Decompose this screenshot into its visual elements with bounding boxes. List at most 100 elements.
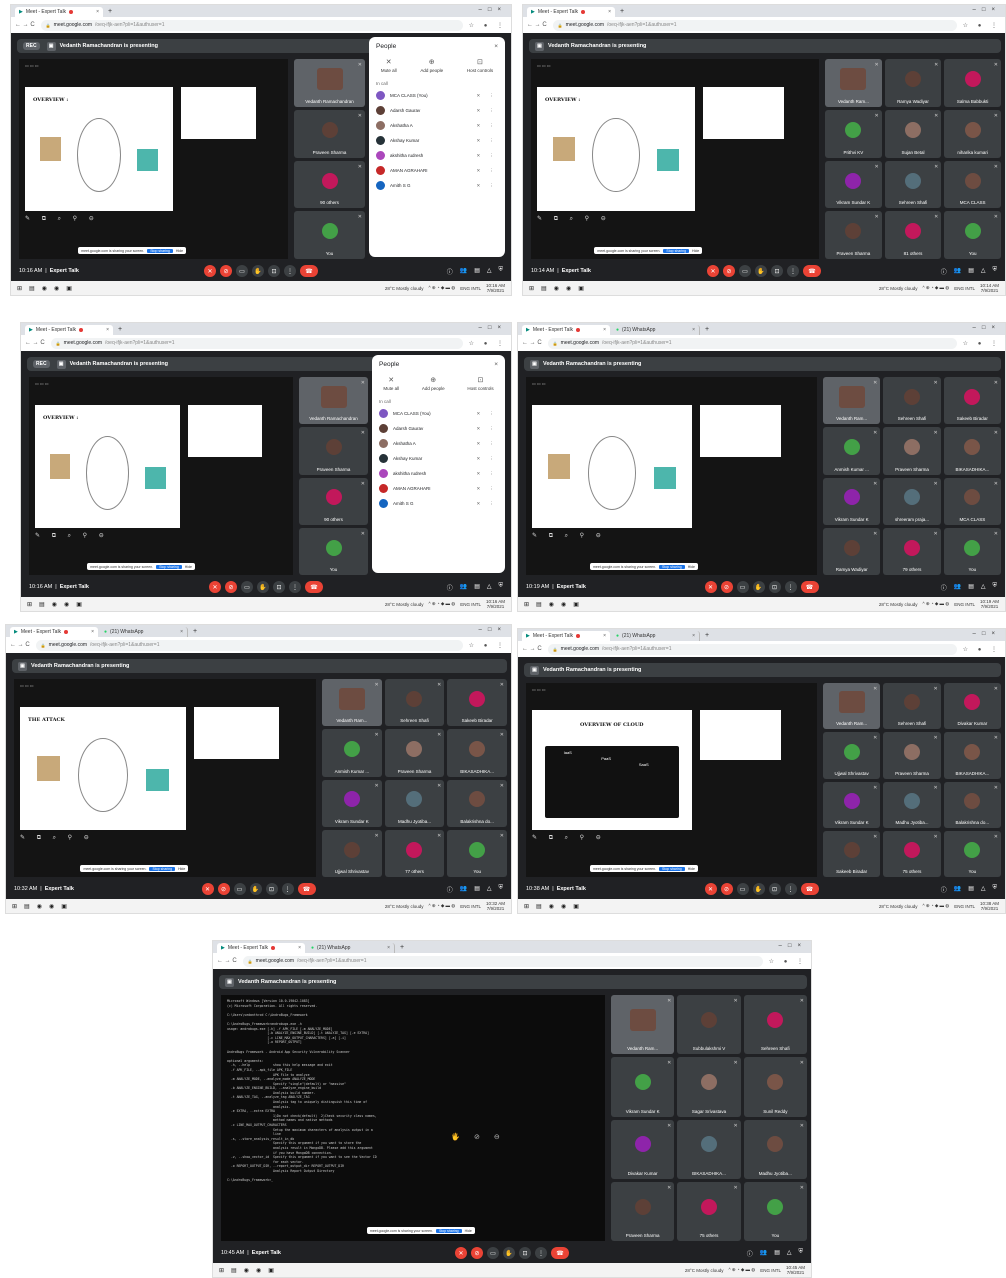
participant-tile[interactable]: ✕ You (743, 1181, 807, 1241)
tray-icons[interactable]: ^ ⊕ ◔ ◆ ▬ ◍ (428, 903, 455, 909)
chrome-icon[interactable]: ◉ (561, 601, 566, 608)
file-explorer-icon[interactable]: ▤ (29, 285, 35, 292)
pen-tools[interactable]: ✎ ⧉ ⌕ ⚲ ⊖ (532, 532, 606, 540)
info-icon[interactable]: ⓘ (447, 885, 453, 894)
participant-row[interactable]: Adarsh Gaurav ✕ ⋮ (369, 103, 505, 118)
participant-tile[interactable]: ✕ 79 others (883, 527, 941, 575)
tab-whatsapp[interactable]: ● (21) WhatsApp × (307, 943, 395, 953)
tab-meet[interactable]: ▶ Meet - Expert Talk × (10, 627, 98, 637)
chat-icon[interactable]: ▤ (474, 267, 480, 276)
tab-close-icon[interactable]: × (180, 629, 183, 635)
window-controls[interactable]: –□× (479, 325, 507, 331)
participant-tile[interactable]: ✕ Vedanth Ram... (823, 377, 881, 425)
participant-tile[interactable]: ✕ You (447, 829, 507, 877)
stop-sharing-button[interactable]: Stop sharing (659, 866, 685, 871)
participant-tile[interactable]: ✕ Vedanth Ram... (322, 679, 382, 727)
participant-tile[interactable]: ✕ Vikram Sundar K (823, 477, 881, 525)
participant-tile[interactable]: ✕ You (299, 527, 368, 575)
participant-tile[interactable]: ✕ Praveen Sharma (883, 427, 941, 475)
tab-close-icon[interactable]: × (692, 327, 695, 333)
participant-row[interactable]: akshitha rudresh ✕ ⋮ (372, 466, 505, 481)
close-icon[interactable]: × (494, 43, 498, 50)
camera-off-icon[interactable]: ⊘ (225, 581, 237, 593)
row-actions-icon[interactable]: ✕ ⋮ (476, 441, 498, 447)
participant-row[interactable]: Amith S G ✕ ⋮ (372, 496, 505, 511)
participant-tile[interactable]: ✕ Vikram Sundar K (322, 779, 382, 827)
people-action-button[interactable]: ⊕ Add people (422, 376, 445, 391)
participant-tile[interactable]: ✕ Sunil Reddy (743, 1057, 807, 1117)
activities-icon[interactable]: △ (487, 267, 492, 276)
new-tab-icon[interactable]: + (702, 631, 712, 641)
url-field[interactable]: 🔒 meet.google.com/oeq-ifjk-aen?pli=1&auth… (242, 955, 763, 967)
activities-icon[interactable]: △ (787, 1249, 792, 1258)
participant-row[interactable]: Akshay Kumar ✕ ⋮ (369, 133, 505, 148)
nav-arrows-icon[interactable]: ← → C (25, 340, 45, 346)
participant-tile[interactable]: ✕ Praveen Sharma (299, 427, 368, 475)
tab-meet[interactable]: ▶ Meet - Expert Talk × (15, 7, 103, 17)
app-icon[interactable]: ▣ (268, 1267, 274, 1274)
hide-button[interactable]: Hide (176, 249, 183, 253)
participant-tile[interactable]: ✕ Praveen Sharma (883, 732, 941, 779)
participant-tile[interactable]: ✕ Madhu Jyotiba... (384, 779, 445, 827)
participant-tile[interactable]: ✕ Sehreen Shafi (884, 160, 942, 209)
chat-icon[interactable]: ▤ (774, 1249, 780, 1258)
info-icon[interactable]: ⓘ (447, 583, 453, 592)
pen-tools[interactable]: ✎ ⧉ ⌕ ⚲ ⊖ (537, 215, 611, 223)
participant-tile[interactable]: ✕ Madhu Jyotiba... (883, 781, 941, 828)
tab-meet[interactable]: ▶ Meet - Expert Talk × (25, 325, 113, 335)
info-icon[interactable]: ⓘ (941, 583, 947, 592)
toolbar-icons[interactable]: ☆ ● ⋮ (963, 340, 1001, 347)
captions-icon[interactable]: ▭ (739, 265, 751, 277)
pen-tools[interactable]: ✎ ⧉ ⌕ ⚲ ⊖ (532, 834, 606, 842)
participant-tile[interactable]: ✕ Sehreen Shafi (883, 683, 941, 730)
row-actions-icon[interactable]: ✕ ⋮ (476, 93, 498, 99)
new-tab-icon[interactable]: + (115, 325, 125, 335)
activities-icon[interactable]: △ (981, 885, 986, 894)
shield-icon[interactable]: ⛨ (992, 583, 997, 592)
chat-icon[interactable]: ▤ (968, 885, 974, 894)
url-field[interactable]: 🔒 meet.google.com/oeq-ifjk-aen?pli=1&auth… (547, 337, 957, 349)
row-actions-icon[interactable]: ✕ ⋮ (476, 426, 498, 432)
participant-tile[interactable]: ✕ Prithvi KV (825, 109, 882, 158)
tab-close-icon[interactable]: × (96, 9, 99, 15)
nav-arrows-icon[interactable]: ← → C (15, 22, 35, 28)
row-actions-icon[interactable]: ✕ ⋮ (476, 456, 498, 462)
participant-tile[interactable]: ✕ Subbulakshmi V (677, 995, 741, 1055)
participant-tile[interactable]: ✕ You (943, 527, 1001, 575)
window-controls[interactable]: –□× (973, 631, 1001, 637)
present-icon[interactable]: ⊡ (265, 883, 278, 895)
chat-icon[interactable]: ▤ (474, 583, 480, 592)
hang-up-icon[interactable]: ☎ (803, 265, 821, 277)
pen-tools[interactable]: ✎ ⧉ ⌕ ⚲ ⊖ (25, 215, 99, 223)
activities-icon[interactable]: △ (487, 885, 492, 894)
chrome-icon[interactable]: ◉ (37, 903, 42, 910)
toolbar-icons[interactable]: ☆ ● ⋮ (963, 646, 1001, 653)
chat-icon[interactable]: ▤ (968, 267, 974, 276)
people-action-button[interactable]: ⊡ Host controls (467, 58, 493, 73)
url-field[interactable]: 🔒 meet.google.com/oeq-ifjk-aen?pli=1&auth… (40, 19, 463, 31)
tab-whatsapp[interactable]: ● (21) WhatsApp × (612, 325, 700, 335)
participant-row[interactable]: AMAN AGRAHARI ✕ ⋮ (372, 481, 505, 496)
app-icon[interactable]: ▣ (573, 903, 579, 910)
nav-arrows-icon[interactable]: ← → C (217, 958, 237, 964)
chrome-icon[interactable]: ◉ (549, 903, 554, 910)
stop-sharing-button[interactable]: Stop sharing (659, 564, 685, 569)
hang-up-icon[interactable]: ☎ (300, 265, 318, 277)
camera-off-icon[interactable]: ⊘ (471, 1247, 483, 1259)
participant-tile[interactable]: ✕ Anmish Kumar ... (823, 427, 881, 475)
camera-off-icon[interactable]: ⊘ (220, 265, 232, 277)
captions-icon[interactable]: ▭ (736, 883, 749, 895)
shield-icon[interactable]: ⛨ (498, 267, 503, 276)
new-tab-icon[interactable]: + (702, 325, 712, 335)
activities-icon[interactable]: △ (981, 583, 986, 592)
file-explorer-icon[interactable]: ▤ (536, 601, 542, 608)
raise-hand-icon[interactable]: ✋ (752, 581, 765, 593)
participant-tile[interactable]: ✕ Vikram Sundar K (825, 160, 882, 209)
participant-tile[interactable]: ✕ Sehreen Shafi (883, 377, 941, 425)
people-icon[interactable]: 👥 (954, 583, 961, 592)
chrome-icon[interactable]: ◉ (52, 601, 57, 608)
mic-off-icon[interactable]: ✕ (209, 581, 221, 593)
captions-icon[interactable]: ▭ (236, 265, 248, 277)
mic-off-icon[interactable]: ✕ (204, 265, 216, 277)
tray-icons[interactable]: ^ ⊕ ◔ ◆ ▬ ◍ (428, 601, 455, 607)
